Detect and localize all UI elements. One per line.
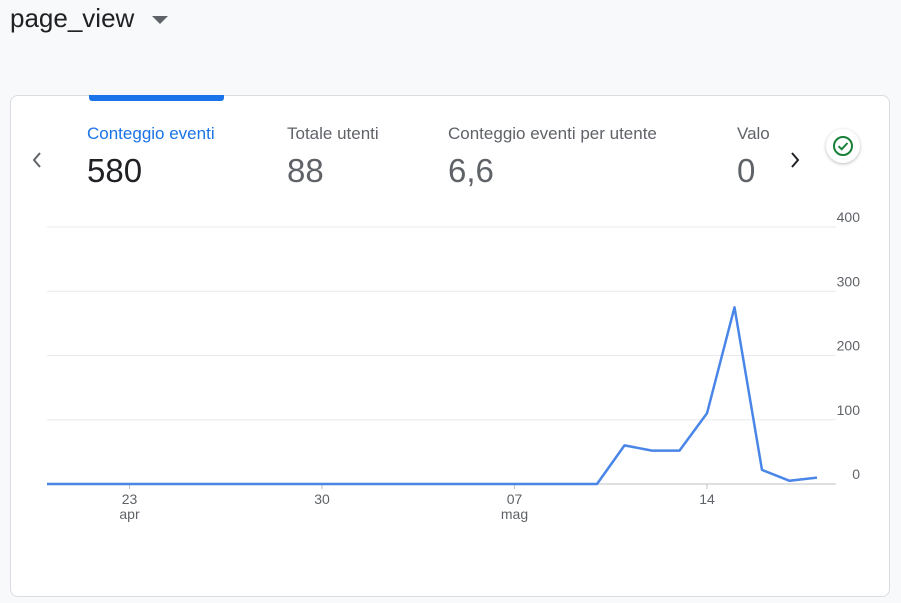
y-tick-label: 400: [837, 209, 861, 225]
x-tick-month-label: mag: [501, 506, 528, 522]
x-tick-label: 07: [507, 491, 523, 507]
y-tick-label: 0: [852, 466, 860, 482]
line-chart: 0 100 200 300 400 23apr 30 07mag 14: [47, 209, 861, 522]
x-tick-month-label: apr: [119, 506, 140, 522]
y-tick-label: 200: [837, 338, 861, 354]
y-tick-label: 100: [837, 402, 861, 418]
x-tick-label: 14: [699, 491, 715, 507]
x-tick-label: 30: [314, 491, 330, 507]
series-line: [47, 306, 818, 486]
x-tick-label: 23: [122, 491, 138, 507]
y-tick-label: 300: [837, 273, 861, 289]
